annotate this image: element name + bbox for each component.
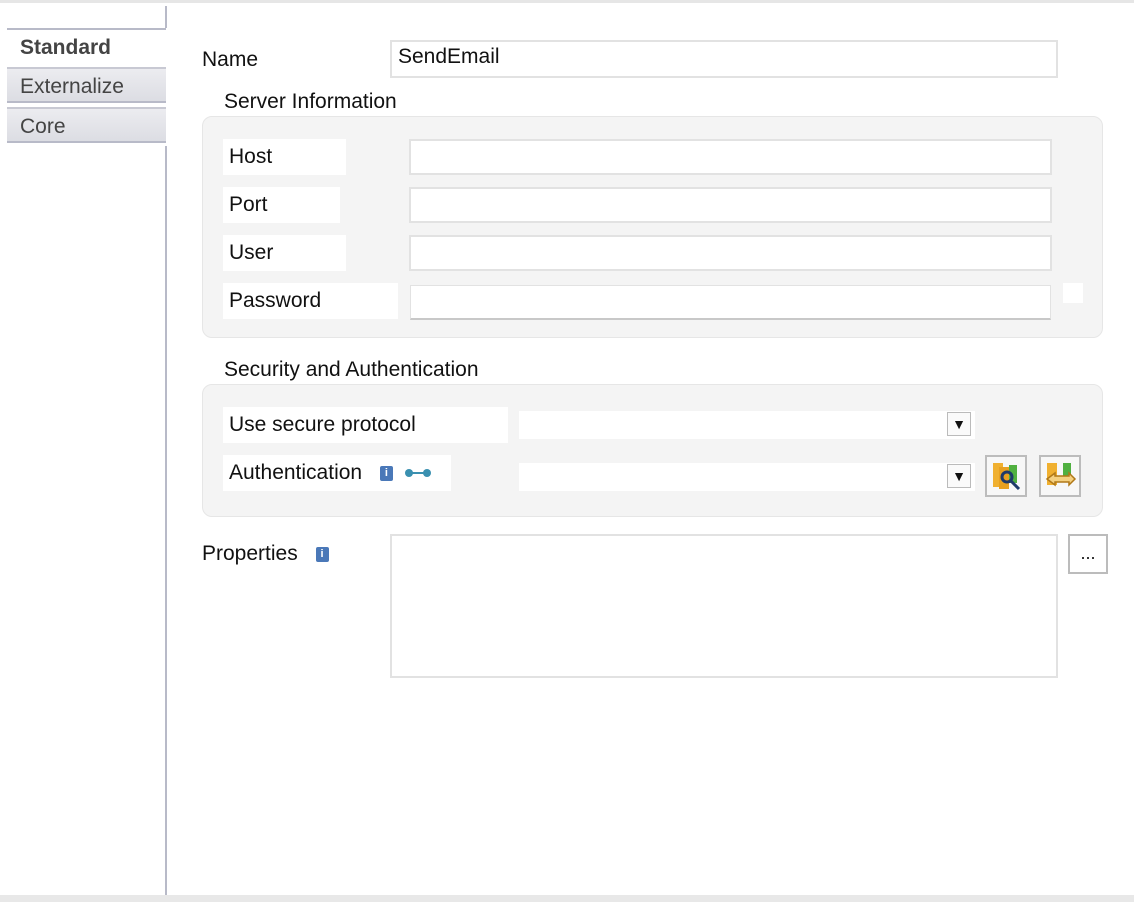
tab-divider bbox=[165, 146, 167, 895]
host-input[interactable] bbox=[409, 139, 1052, 175]
security-heading: Security and Authentication bbox=[224, 358, 479, 381]
properties-label-box: Properties i bbox=[202, 540, 329, 568]
name-input[interactable]: SendEmail bbox=[390, 40, 1058, 78]
configure-security-profile-button[interactable] bbox=[1039, 455, 1081, 497]
host-label: Host bbox=[223, 139, 346, 175]
chevron-down-icon: ▼ bbox=[952, 468, 966, 484]
authentication-label-box: Authentication i bbox=[223, 455, 451, 492]
tab-divider bbox=[165, 6, 167, 28]
secure-protocol-label: Use secure protocol bbox=[223, 407, 508, 443]
tab-standard[interactable]: Standard bbox=[7, 28, 166, 64]
password-checkbox[interactable] bbox=[1063, 283, 1083, 303]
tab-bar: Standard Externalize Core bbox=[0, 3, 168, 895]
info-icon[interactable]: i bbox=[379, 465, 393, 481]
top-border bbox=[0, 0, 1134, 3]
name-label: Name bbox=[202, 48, 259, 71]
info-icon[interactable]: i bbox=[315, 546, 329, 562]
server-information-heading: Server Information bbox=[224, 90, 397, 113]
chevron-down-icon: ▼ bbox=[952, 416, 966, 432]
password-label: Password bbox=[223, 283, 398, 319]
security-exchange-icon bbox=[1045, 463, 1077, 487]
tab-externalize[interactable]: Externalize bbox=[7, 67, 166, 103]
secure-protocol-dropdown-button[interactable]: ▼ bbox=[947, 412, 971, 436]
security-search-icon bbox=[993, 463, 1021, 491]
port-input[interactable] bbox=[409, 187, 1052, 223]
link-icon bbox=[403, 455, 433, 491]
search-security-profile-button[interactable] bbox=[985, 455, 1027, 497]
security-group: Use secure protocol ▼ Authentication i ▼ bbox=[202, 384, 1103, 517]
password-input[interactable] bbox=[410, 285, 1051, 320]
user-label: User bbox=[223, 235, 346, 271]
port-label: Port bbox=[223, 187, 340, 223]
properties-browse-button[interactable]: ... bbox=[1068, 534, 1108, 574]
properties-label: Properties bbox=[202, 542, 298, 565]
authentication-dropdown-button[interactable]: ▼ bbox=[947, 464, 971, 488]
authentication-select[interactable] bbox=[519, 463, 975, 491]
tab-core[interactable]: Core bbox=[7, 107, 166, 143]
user-input[interactable] bbox=[409, 235, 1052, 271]
properties-textarea[interactable] bbox=[390, 534, 1058, 678]
server-information-group: Host Port User Password bbox=[202, 116, 1103, 338]
secure-protocol-select[interactable] bbox=[519, 411, 975, 439]
bottom-border bbox=[0, 895, 1134, 902]
authentication-label: Authentication bbox=[229, 461, 363, 484]
